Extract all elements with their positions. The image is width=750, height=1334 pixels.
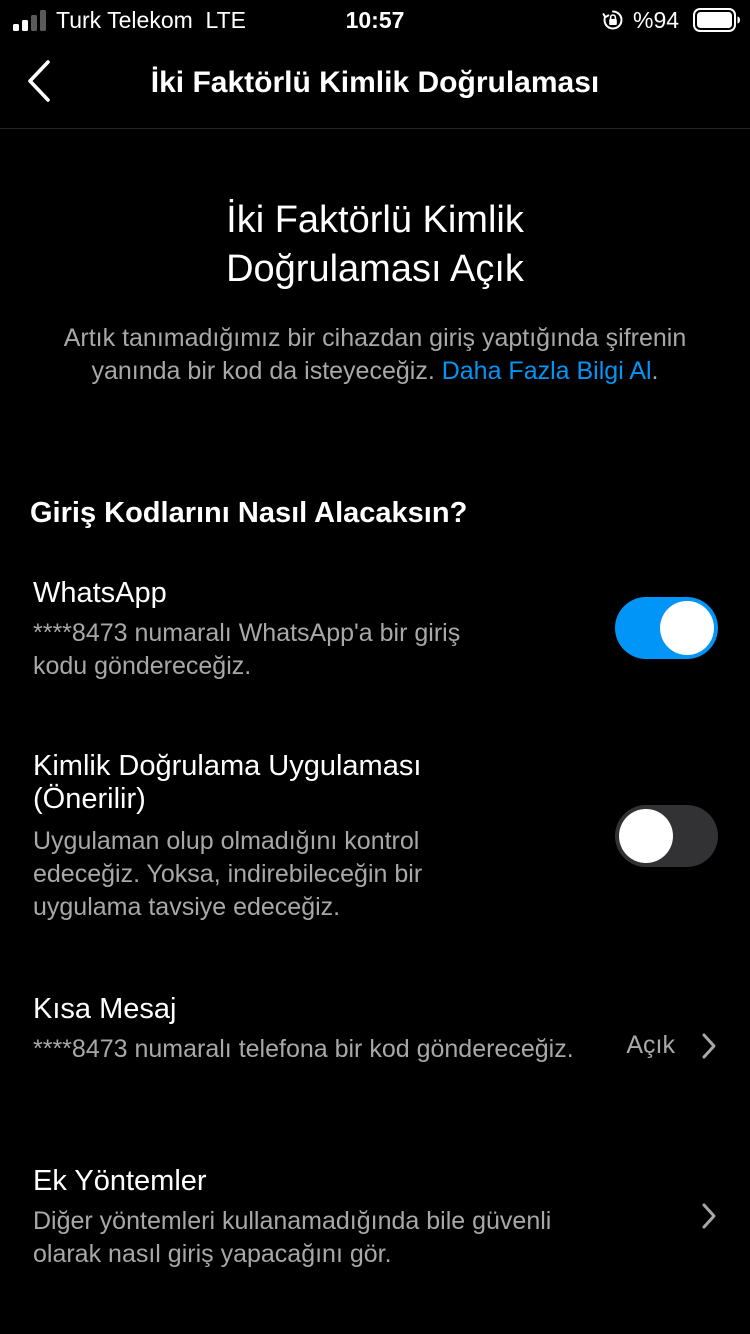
option-description-line: ****8473 numaralı WhatsApp'a bir giriş xyxy=(33,619,461,647)
option-description: ****8473 numaralı WhatsApp'a bir giriş k… xyxy=(33,617,460,683)
option-title: WhatsApp xyxy=(33,577,167,609)
chevron-right-icon xyxy=(702,1203,716,1229)
toggle-knob xyxy=(619,809,673,863)
hero-title: İki Faktörlü Kimlik Doğrulaması Açık xyxy=(120,196,630,294)
option-description-line: olarak nasıl giriş yapacağını gör. xyxy=(33,1240,392,1268)
status-bar: Turk Telekom LTE 10:57 %94 xyxy=(0,0,750,40)
option-description: ****8473 numaralı telefona bir kod gönde… xyxy=(33,1035,574,1063)
back-button[interactable] xyxy=(14,54,66,110)
chevron-left-icon xyxy=(28,60,50,102)
orientation-lock-icon xyxy=(602,10,623,30)
nav-bar: İki Faktörlü Kimlik Doğrulaması xyxy=(0,40,750,129)
page-title: İki Faktörlü Kimlik Doğrulaması xyxy=(150,66,600,99)
chevron-right-icon xyxy=(702,1033,716,1059)
option-auth-app[interactable]: Kimlik Doğrulama Uygulaması (Önerilir) U… xyxy=(0,748,750,928)
hero-description: Artık tanımadığımız bir cihazdan giriş y… xyxy=(40,322,710,388)
auth-app-toggle[interactable] xyxy=(615,805,718,867)
toggle-knob xyxy=(660,601,714,655)
hero-description-suffix: . xyxy=(651,357,659,385)
option-title-line: (Önerilir) xyxy=(33,783,146,815)
whatsapp-toggle[interactable] xyxy=(615,597,718,659)
option-description-line: kodu göndereceğiz. xyxy=(33,652,252,680)
option-description: Uygulaman olup olmadığını kontrol edeceğ… xyxy=(33,825,422,924)
section-header: Giriş Kodlarını Nasıl Alacaksın? xyxy=(30,497,468,529)
carrier-label: Turk Telekom LTE xyxy=(56,7,247,33)
option-description-line: edeceğiz. Yoksa, indirebileceğin bir xyxy=(33,860,423,888)
option-title-line: Kimlik Doğrulama Uygulaması xyxy=(33,750,422,782)
status-time: 10:57 xyxy=(345,7,405,33)
hero-title-line: İki Faktörlü Kimlik xyxy=(226,199,524,241)
battery-icon xyxy=(693,8,740,32)
option-title: Ek Yöntemler xyxy=(33,1165,207,1197)
hero-title-line: Doğrulaması Açık xyxy=(226,248,524,290)
option-description: Diğer yöntemleri kullanamadığında bile g… xyxy=(33,1205,551,1271)
option-additional-methods[interactable]: Ek Yöntemler Diğer yöntemleri kullanamad… xyxy=(0,1162,750,1282)
option-description-line: Diğer yöntemleri kullanamadığında bile g… xyxy=(33,1207,552,1235)
battery-percent: %94 xyxy=(633,7,680,33)
option-description-line: uygulama tavsiye edeceğiz. xyxy=(33,893,341,921)
option-title: Kısa Mesaj xyxy=(33,993,177,1025)
signal-icon xyxy=(13,9,47,31)
option-description-line: Uygulaman olup olmadığını kontrol xyxy=(33,827,420,855)
learn-more-link[interactable]: Daha Fazla Bilgi Al xyxy=(442,357,652,385)
sms-status: Açık xyxy=(626,1031,675,1059)
option-sms[interactable]: Kısa Mesaj ****8473 numaralı telefona bi… xyxy=(0,990,750,1080)
network-type: LTE xyxy=(205,7,247,33)
option-whatsapp[interactable]: WhatsApp ****8473 numaralı WhatsApp'a bi… xyxy=(0,574,750,694)
option-title: Kimlik Doğrulama Uygulaması (Önerilir) xyxy=(33,750,421,816)
